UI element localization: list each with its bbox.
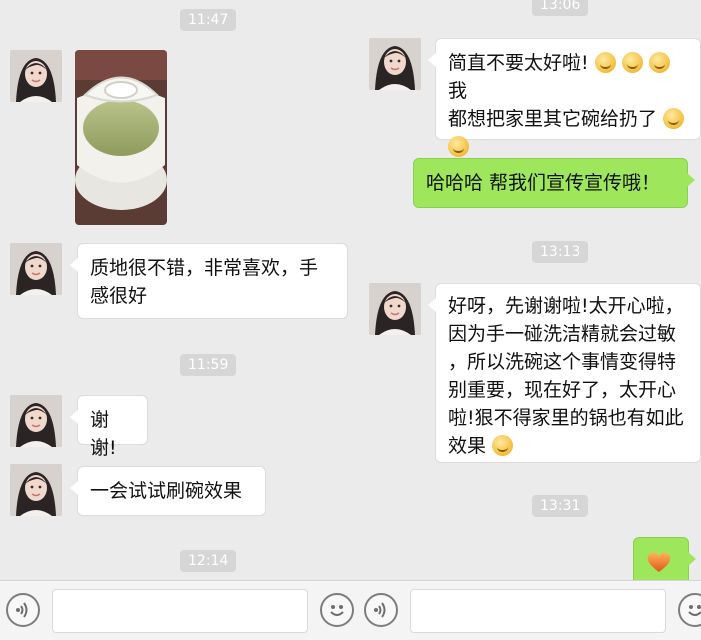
smiley-icon[interactable] [678, 593, 701, 627]
timestamp: 13:31 [532, 495, 589, 517]
message-line: 效果 [448, 435, 487, 457]
message-line: 别重要，现在好了，太开心 [448, 379, 677, 401]
message-bubble[interactable]: 质地很不错，非常喜欢，手 感很好 [70, 243, 348, 319]
avatar[interactable] [10, 395, 62, 447]
timestamp: 11:47 [180, 9, 237, 31]
laughing-face-icon [492, 435, 514, 456]
message-text: 哈哈哈 帮我们宣传宣传哦！ [426, 172, 661, 194]
avatar[interactable] [10, 464, 62, 516]
message-line: 啦!狠不得家里的锅也有如此 [448, 407, 684, 429]
message-line: 简直不要太好啦! [448, 52, 589, 74]
message-bubble[interactable]: 好呀，先谢谢啦!太开心啦， 因为手一碰洗洁精就会过敏 ，所以洗碗这个事情变得特 … [428, 283, 701, 463]
crying-face-icon [663, 108, 685, 129]
smiley-icon[interactable] [320, 593, 354, 627]
message-text: 一会试试刷碗效果 [90, 480, 243, 502]
message-line: ，所以洗碗这个事情变得特 [448, 351, 677, 373]
avatar[interactable] [369, 38, 421, 90]
left-chat-panel: 11:47 质地很不错，非常喜欢，手 感很好 11:59 谢谢! 一会试试刷碗效… [0, 0, 358, 640]
timestamp: 13:13 [532, 241, 589, 263]
message-line: 因为手一碰洗洁精就会过敏 [448, 323, 677, 345]
message-line: 都想把家里其它碗给扔了 [448, 108, 658, 130]
message-bubble[interactable]: 一会试试刷碗效果 [70, 466, 266, 516]
message-line: 好呀，先谢谢啦!太开心啦， [448, 295, 684, 317]
timestamp: 11:59 [180, 354, 237, 376]
message-input[interactable] [52, 589, 308, 633]
message-line: 我 [448, 80, 468, 102]
avatar[interactable] [10, 243, 62, 295]
voice-icon[interactable] [364, 593, 398, 627]
message-text: 谢谢! [90, 409, 117, 459]
smiling-face-icon [648, 52, 670, 73]
heart-icon [647, 552, 671, 572]
voice-icon[interactable] [6, 593, 40, 627]
smiling-face-icon [621, 52, 643, 73]
bowl-photo[interactable] [75, 50, 167, 225]
message-bubble[interactable]: 谢谢! [70, 395, 148, 459]
avatar[interactable] [369, 283, 421, 335]
message-bubble[interactable]: 简直不要太好啦! 我 都想把家里其它碗给扔了 [428, 38, 701, 157]
input-bar [0, 580, 358, 640]
timestamp: 12:14 [180, 550, 237, 572]
input-bar [358, 580, 701, 640]
message-input[interactable] [410, 589, 666, 633]
smiling-face-icon [594, 52, 616, 73]
crying-face-icon [448, 136, 469, 157]
message-bubble[interactable]: 哈哈哈 帮我们宣传宣传哦！ [413, 158, 695, 208]
message-line: 感很好 [90, 285, 148, 307]
message-line: 质地很不错，非常喜欢，手 [90, 257, 319, 279]
avatar[interactable] [10, 50, 62, 102]
timestamp: 13:06 [532, 0, 589, 16]
right-chat-panel: 13:06 简直不要太好啦! 我 都想把家里其它碗给扔了 哈哈哈 帮我们宣传宣传… [358, 0, 701, 640]
